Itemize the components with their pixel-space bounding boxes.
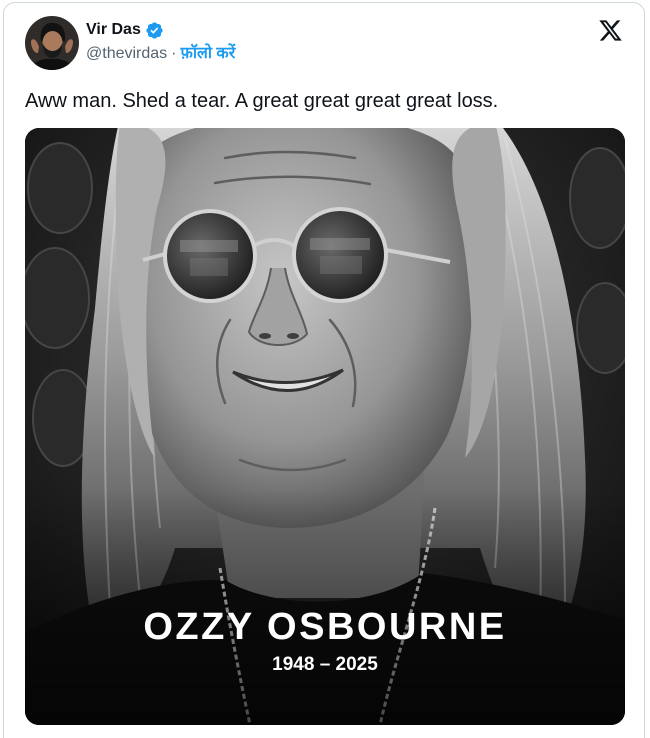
verified-badge-icon	[146, 21, 163, 39]
author-handle-row: @thevirdas · फ़ॉलो करें	[86, 44, 235, 64]
tweet-card: Vir Das @thevirdas · फ़ॉलो करें Aww man.…	[3, 2, 645, 738]
lens-reflection	[310, 238, 370, 250]
carving-shape	[25, 247, 90, 349]
memorial-years: 1948 – 2025	[272, 654, 378, 675]
tweet-text: Aww man. Shed a tear. A great great grea…	[25, 90, 499, 112]
x-logo-icon[interactable]	[598, 18, 623, 43]
avatar[interactable]	[25, 16, 79, 70]
tweet-media[interactable]: OZZY OSBOURNE 1948 – 2025	[25, 128, 625, 725]
carving-shape	[27, 142, 93, 234]
handle-separator: ·	[171, 45, 177, 62]
avatar-image	[25, 16, 79, 70]
author-name[interactable]: Vir Das	[86, 20, 141, 40]
follow-link[interactable]: फ़ॉलो करें	[181, 44, 236, 64]
nostril-right	[287, 333, 299, 339]
carving-shape	[569, 147, 625, 249]
lens-reflection	[320, 256, 362, 274]
author-name-row: Vir Das	[86, 20, 164, 40]
right-lens	[292, 207, 388, 303]
lens-reflection	[190, 258, 228, 276]
background-carving-left	[25, 142, 94, 467]
memorial-name: OZZY OSBOURNE	[143, 606, 507, 648]
left-lens	[163, 209, 257, 303]
author-handle[interactable]: @thevirdas	[86, 44, 167, 64]
x-logo-glyph	[599, 20, 622, 41]
lens-reflection	[180, 240, 238, 252]
nostril-left	[259, 333, 271, 339]
carving-shape	[576, 282, 625, 374]
